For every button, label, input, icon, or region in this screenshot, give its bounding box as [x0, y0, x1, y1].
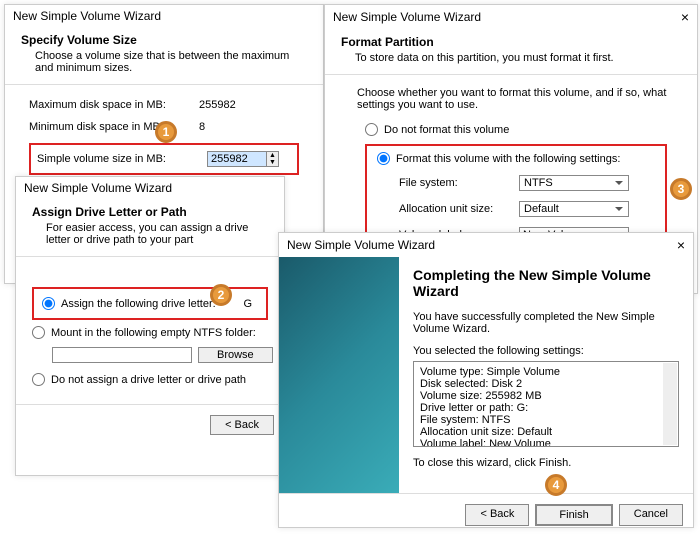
radio-format[interactable] — [377, 152, 390, 165]
settings-msg: You selected the following settings: — [413, 345, 679, 357]
subheading: For easier access, you can assign a driv… — [46, 222, 268, 246]
subheading: To store data on this partition, you mus… — [355, 52, 681, 64]
window-title: New Simple Volume Wizard — [13, 9, 161, 23]
wizard-sidebar-graphic — [279, 257, 399, 493]
radio-no-letter-label: Do not assign a drive letter or drive pa… — [51, 374, 246, 386]
volume-size-label: Simple volume size in MB: — [37, 153, 207, 165]
file-system-select[interactable]: NTFS — [519, 175, 629, 191]
radio-no-letter[interactable] — [32, 373, 45, 386]
success-msg: You have successfully completed the New … — [413, 311, 679, 335]
scrollbar[interactable] — [663, 363, 677, 445]
finish-button[interactable]: Finish — [535, 504, 612, 526]
heading: Specify Volume Size — [21, 33, 307, 47]
heading: Completing the New Simple Volume Wizard — [413, 267, 679, 299]
titlebar: New Simple Volume Wizard × — [325, 5, 697, 29]
window-title: New Simple Volume Wizard — [287, 238, 435, 252]
close-msg: To close this wizard, click Finish. — [413, 457, 679, 469]
heading: Assign Drive Letter or Path — [32, 205, 268, 219]
summary-line: Volume size: 255982 MB — [420, 390, 672, 402]
annotation-badge-4: 4 — [545, 474, 567, 496]
annotation-badge-2: 2 — [210, 284, 232, 306]
drive-letter-value: G — [243, 298, 258, 310]
radio-assign-letter[interactable] — [42, 297, 55, 310]
radio-do-not-format[interactable] — [365, 123, 378, 136]
max-space-value: 255982 — [199, 99, 236, 111]
subheading: Choose a volume size that is between the… — [35, 50, 307, 74]
titlebar: New Simple Volume Wizard — [5, 5, 323, 27]
summary-listbox[interactable]: Volume type: Simple Volume Disk selected… — [413, 361, 679, 447]
cancel-button[interactable]: Cancel — [619, 504, 683, 526]
heading: Format Partition — [341, 35, 681, 49]
header: Assign Drive Letter or Path For easier a… — [16, 199, 284, 257]
titlebar: New Simple Volume Wizard — [16, 177, 284, 199]
window-title: New Simple Volume Wizard — [24, 181, 172, 195]
volume-size-input[interactable] — [207, 151, 267, 167]
browse-button[interactable]: Browse — [198, 347, 273, 363]
header: Specify Volume Size Choose a volume size… — [5, 27, 323, 85]
summary-line: Disk selected: Disk 2 — [420, 378, 672, 390]
annotation-badge-1: 1 — [155, 121, 177, 143]
radio-mount-folder[interactable] — [32, 326, 45, 339]
annotation-badge-3: 3 — [670, 178, 692, 200]
allocation-label: Allocation unit size: — [399, 203, 519, 215]
format-prompt: Choose whether you want to format this v… — [357, 87, 667, 111]
max-space-label: Maximum disk space in MB: — [29, 99, 199, 111]
back-button[interactable]: < Back — [465, 504, 529, 526]
radio-assign-letter-label: Assign the following drive letter: — [61, 298, 216, 310]
summary-line: Volume type: Simple Volume — [420, 366, 672, 378]
summary-line: Allocation unit size: Default — [420, 426, 672, 438]
file-system-label: File system: — [399, 177, 519, 189]
radio-format-label: Format this volume with the following se… — [396, 153, 620, 165]
dialog-assign-letter: New Simple Volume Wizard Assign Drive Le… — [15, 176, 285, 476]
close-icon[interactable]: × — [661, 237, 685, 253]
mount-folder-input[interactable] — [52, 347, 192, 363]
radio-do-not-format-label: Do not format this volume — [384, 124, 509, 136]
window-title: New Simple Volume Wizard — [333, 10, 481, 24]
back-button[interactable]: < Back — [210, 415, 274, 435]
titlebar: New Simple Volume Wizard × — [279, 233, 693, 257]
radio-mount-folder-label: Mount in the following empty NTFS folder… — [51, 327, 256, 339]
summary-line: Volume label: New Volume — [420, 438, 672, 447]
allocation-select[interactable]: Default — [519, 201, 629, 217]
spinner-buttons[interactable]: ▲▼ — [267, 151, 279, 167]
close-icon[interactable]: × — [665, 9, 689, 25]
min-space-value: 8 — [199, 121, 205, 133]
summary-line: File system: NTFS — [420, 414, 672, 426]
summary-line: Drive letter or path: G: — [420, 402, 672, 414]
header: Format Partition To store data on this p… — [325, 29, 697, 75]
dialog-completing: New Simple Volume Wizard × Completing th… — [278, 232, 694, 528]
